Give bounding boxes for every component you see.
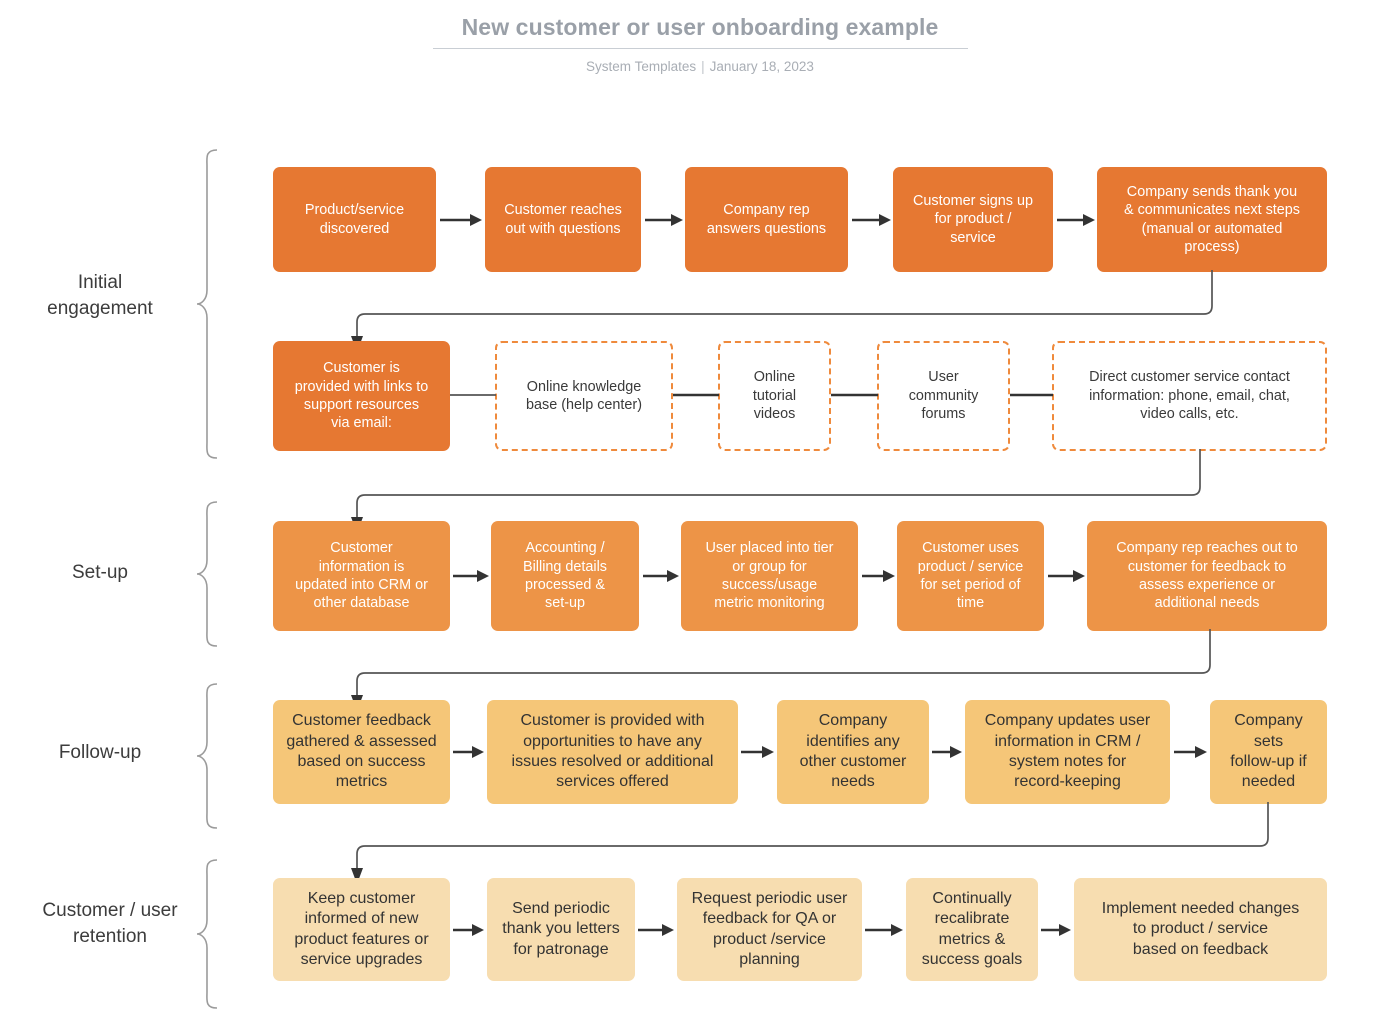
node-r3-c3[interactable]: User placed into tier or group for succe… (681, 521, 858, 631)
stage-label-customer-retention: Customer / user retention (42, 900, 178, 947)
node-r1-c2[interactable]: Customer reaches out with questions (485, 167, 641, 272)
title-divider (432, 48, 968, 49)
arrow-r3-c1-to-c2 (453, 568, 489, 584)
node-r3-c1[interactable]: Customer information is updated into CRM… (273, 521, 450, 631)
link-r2-c4-to-c5 (1010, 392, 1053, 398)
node-r3-c2[interactable]: Accounting / Billing details processed &… (491, 521, 639, 631)
page-subtitle: System Templates | January 18, 2023 (0, 58, 1400, 75)
node-r5-c1[interactable]: Keep customer informed of new product fe… (273, 878, 450, 981)
subtitle-separator: | (701, 59, 705, 74)
node-r4-c2[interactable]: Customer is provided with opportunities … (487, 700, 738, 804)
node-r1-c3[interactable]: Company rep answers questions (685, 167, 848, 272)
node-r1-c5[interactable]: Company sends thank you & communicates n… (1097, 167, 1327, 272)
node-r1-c4[interactable]: Customer signs up for product / service (893, 167, 1053, 272)
arrow-r4-c1-to-c2 (453, 744, 484, 760)
node-r5-c5[interactable]: Implement needed changes to product / se… (1074, 878, 1327, 981)
link-r2-c3-to-c4 (831, 392, 878, 398)
arrow-r5-c1-to-c2 (453, 922, 484, 938)
arrow-r1-c1-to-c2 (440, 212, 482, 228)
node-r1-c1[interactable]: Product/service discovered (273, 167, 436, 272)
node-r4-c4[interactable]: Company updates user information in CRM … (965, 700, 1170, 804)
subtitle-source: System Templates (586, 59, 697, 74)
brace-initial-engagement (195, 148, 221, 460)
arrow-r5-c2-to-c3 (638, 922, 674, 938)
link-r2-c1-to-c2 (450, 392, 496, 398)
link-r2-c2-to-c3 (673, 392, 719, 398)
elbow-row1-to-row2 (345, 270, 1225, 352)
arrow-r1-c3-to-c4 (852, 212, 891, 228)
node-r2-c2[interactable]: Online knowledge base (help center) (495, 341, 673, 451)
node-r5-c4[interactable]: Continually recalibrate metrics & succes… (906, 878, 1038, 981)
arrow-r3-c2-to-c3 (643, 568, 679, 584)
node-r5-c3[interactable]: Request periodic user feedback for QA or… (677, 878, 862, 981)
node-r4-c3[interactable]: Company identifies any other customer ne… (777, 700, 929, 804)
flowchart-canvas: New customer or user onboarding example … (0, 0, 1400, 1019)
node-r3-c5[interactable]: Company rep reaches out to customer for … (1087, 521, 1327, 631)
stage-label-follow-up: Follow-up (58, 742, 142, 763)
arrow-r5-c3-to-c4 (865, 922, 903, 938)
arrow-r4-c2-to-c3 (741, 744, 774, 760)
brace-follow-up (195, 682, 221, 830)
node-r2-c5[interactable]: Direct customer service contact informat… (1052, 341, 1327, 451)
node-r3-c4[interactable]: Customer uses product / service for set … (897, 521, 1044, 631)
page-title: New customer or user onboarding example (461, 14, 939, 40)
brace-set-up (195, 500, 221, 648)
arrow-r5-c4-to-c5 (1041, 922, 1071, 938)
elbow-row3-to-row4 (345, 629, 1225, 711)
node-r4-c1[interactable]: Customer feedback gathered & assessed ba… (273, 700, 450, 804)
arrow-r1-c4-to-c5 (1057, 212, 1095, 228)
stage-label-set-up: Set-up (72, 562, 128, 583)
brace-customer-retention (195, 858, 221, 1010)
node-r4-c5[interactable]: Company sets follow-up if needed (1210, 700, 1327, 804)
node-r2-c3[interactable]: Online tutorial videos (718, 341, 831, 451)
arrow-r3-c4-to-c5 (1048, 568, 1085, 584)
page-header: New customer or user onboarding example … (0, 12, 1400, 75)
arrow-r4-c3-to-c4 (932, 744, 962, 760)
elbow-row4-to-row5 (345, 802, 1269, 884)
node-r5-c2[interactable]: Send periodic thank you letters for patr… (487, 878, 635, 981)
stage-label-initial-engagement: Initial engagement (47, 272, 153, 319)
subtitle-date: January 18, 2023 (709, 59, 814, 74)
arrow-r1-c2-to-c3 (645, 212, 683, 228)
arrow-r3-c3-to-c4 (862, 568, 895, 584)
arrow-r4-c4-to-c5 (1174, 744, 1207, 760)
node-r2-c4[interactable]: User community forums (877, 341, 1010, 451)
node-r2-c1[interactable]: Customer is provided with links to suppo… (273, 341, 450, 451)
